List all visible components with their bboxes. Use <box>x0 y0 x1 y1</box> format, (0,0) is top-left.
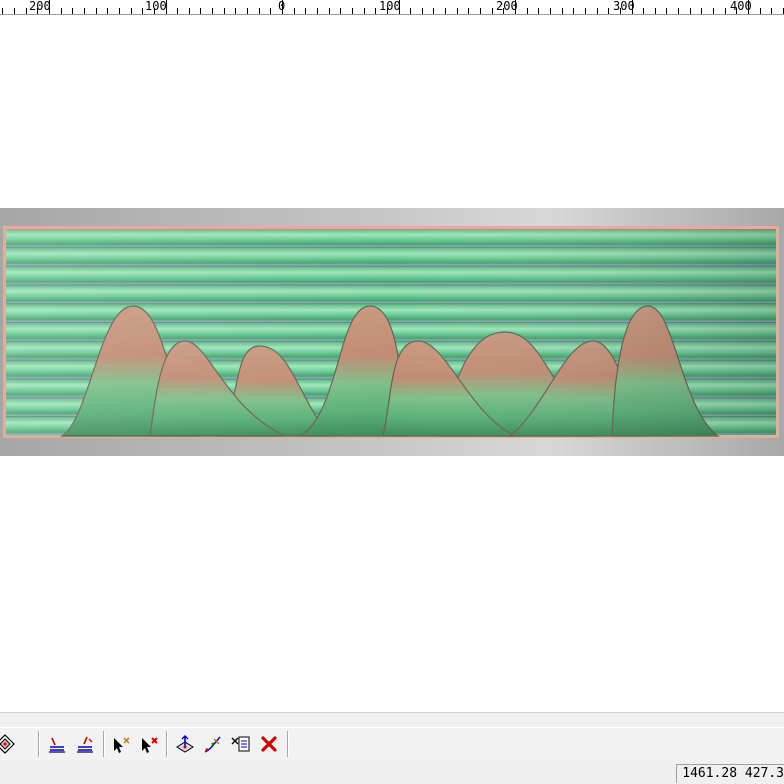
bottom-toolbar <box>0 727 784 762</box>
edit-curve-icon[interactable] <box>200 731 225 757</box>
edit-list-icon[interactable] <box>228 731 253 757</box>
status-bar: 1461.28 427.3 <box>0 761 784 784</box>
panel-divider <box>0 712 784 727</box>
ruler-label: 100 <box>145 0 167 13</box>
transform-icon[interactable] <box>172 731 197 757</box>
layers-edit-icon[interactable] <box>72 731 97 757</box>
ruler-label: 100 <box>379 0 401 13</box>
close-icon[interactable] <box>256 731 281 757</box>
layers-icon[interactable] <box>44 731 69 757</box>
cursor-coordinates: 1461.28 427.3 <box>676 764 784 783</box>
ruler-label: 200 <box>496 0 518 13</box>
select-cross-icon[interactable] <box>108 731 133 757</box>
delete-select-icon[interactable] <box>136 731 161 757</box>
design-canvas[interactable] <box>0 15 784 712</box>
ruler-label: 300 <box>613 0 635 13</box>
ruler-label: 400 <box>730 0 752 13</box>
horizontal-ruler: 200 100 0 100 200 300 400 <box>0 0 784 15</box>
ruler-label: 0 <box>278 0 286 13</box>
diamond-node-icon[interactable] <box>0 731 17 757</box>
ruler-label: 200 <box>29 0 51 13</box>
relief-model[interactable] <box>0 208 784 456</box>
